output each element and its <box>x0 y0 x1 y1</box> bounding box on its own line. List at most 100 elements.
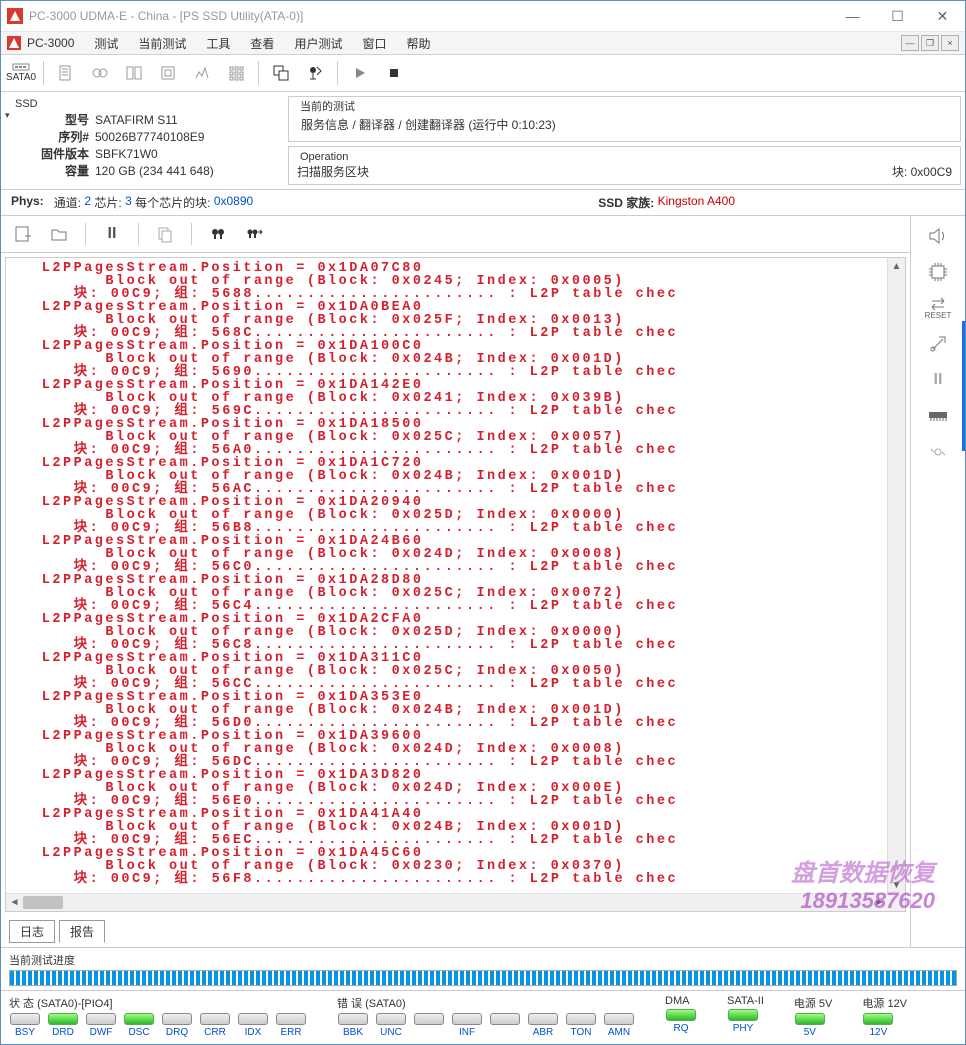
led-label: 12V <box>869 1027 887 1038</box>
led-IDX: IDX <box>237 1013 269 1038</box>
current-test-title: 当前的测试 <box>297 98 358 114</box>
maximize-button[interactable]: ☐ <box>875 1 920 31</box>
menu-工具[interactable]: 工具 <box>198 33 238 54</box>
side-tool-reset[interactable]: RESET <box>926 296 950 320</box>
led-label: CRR <box>204 1027 226 1038</box>
led-PHY: PHY <box>727 1009 759 1034</box>
log-viewport[interactable]: L2PPagesStream.Position = 0x1DA07C80 Blo… <box>5 257 906 912</box>
operation-title: Operation <box>297 151 351 163</box>
led-12V: 12V <box>862 1013 894 1038</box>
mdi-icon <box>7 36 21 50</box>
menu-窗口[interactable]: 窗口 <box>354 33 394 54</box>
led-DWF: DWF <box>85 1013 117 1038</box>
tool-btn-7[interactable] <box>265 58 297 88</box>
scroll-thumb[interactable] <box>23 896 63 909</box>
side-pause-button[interactable]: II <box>926 368 950 392</box>
status-group-title: 电源 5V <box>794 995 833 1011</box>
menu-帮助[interactable]: 帮助 <box>398 33 438 54</box>
led-DRD: DRD <box>47 1013 79 1038</box>
scroll-left-button[interactable]: ◄ <box>6 894 23 911</box>
log-pause-button[interactable]: II <box>98 220 126 248</box>
led-CRR: CRR <box>199 1013 231 1038</box>
log-tool-open[interactable] <box>45 220 73 248</box>
tool-btn-1[interactable] <box>50 58 82 88</box>
led-BBK: BBK <box>337 1013 369 1038</box>
led-AMN: AMN <box>603 1013 635 1038</box>
log-find-button[interactable] <box>204 220 232 248</box>
led-label: ABR <box>533 1027 554 1038</box>
scroll-down-button[interactable]: ▼ <box>888 877 905 894</box>
led-indicator <box>276 1013 306 1025</box>
scrollbar-vertical[interactable]: ▲ ▼ <box>887 258 905 894</box>
tool-btn-2[interactable] <box>84 58 116 88</box>
led-label: 5V <box>804 1027 816 1038</box>
led-INF: INF <box>451 1013 483 1038</box>
mdi-minimize-button[interactable]: ― <box>901 35 919 51</box>
operation-desc: 扫描服务区块 <box>297 163 369 180</box>
side-tool-sound[interactable] <box>926 224 950 248</box>
log-tool-add[interactable] <box>9 220 37 248</box>
led-blank <box>413 1013 445 1038</box>
status-group-title: 状 态 (SATA0)-[PIO4] <box>9 995 307 1011</box>
side-toolbar: RESET II <box>911 216 965 947</box>
close-button[interactable]: ✕ <box>920 1 965 31</box>
led-indicator <box>376 1013 406 1025</box>
fw-value: SBFK71W0 <box>95 146 158 163</box>
app-window: PC-3000 UDMA-E - China - [PS SSD Utility… <box>0 0 966 1045</box>
side-tool-connector[interactable] <box>926 332 950 356</box>
menu-用户测试[interactable]: 用户测试 <box>286 33 350 54</box>
channel-value: 2 <box>84 194 91 211</box>
perchip-label: 每个芯片的块: <box>135 194 210 211</box>
led-ERR: ERR <box>275 1013 307 1038</box>
side-tool-settings[interactable] <box>926 440 950 464</box>
status-group: 电源 12V12V <box>862 995 907 1038</box>
led-indicator <box>86 1013 116 1025</box>
led-label: RQ <box>674 1023 689 1034</box>
port-selector[interactable]: SATA0 <box>5 58 37 88</box>
current-test-box: 当前的测试 服务信息 / 翻译器 / 创建翻译器 (运行中 0:10:23) <box>288 96 961 142</box>
led-indicator <box>200 1013 230 1025</box>
side-tool-chip[interactable] <box>926 260 950 284</box>
menu-当前测试[interactable]: 当前测试 <box>130 33 194 54</box>
status-bar: 状 态 (SATA0)-[PIO4]BSYDRDDWFDSCDRQCRRIDXE… <box>1 990 965 1044</box>
led-BSY: BSY <box>9 1013 41 1038</box>
dropdown-arrow-icon[interactable]: ▾ <box>5 110 10 121</box>
mdi-restore-button[interactable]: ❐ <box>921 35 939 51</box>
scrollbar-horizontal[interactable]: ◄ ► <box>6 893 888 911</box>
status-group: DMARQ <box>665 995 697 1038</box>
led-indicator <box>338 1013 368 1025</box>
tool-btn-3[interactable] <box>118 58 150 88</box>
scroll-corner <box>888 894 905 911</box>
menu-测试[interactable]: 测试 <box>86 33 126 54</box>
log-tool-copy[interactable] <box>151 220 179 248</box>
serial-label: 序列# <box>29 129 95 146</box>
tool-btn-4[interactable] <box>152 58 184 88</box>
minimize-button[interactable]: — <box>830 1 875 31</box>
stop-button[interactable] <box>378 58 410 88</box>
serial-value: 50026B77740108E9 <box>95 129 204 146</box>
scroll-up-button[interactable]: ▲ <box>888 258 905 275</box>
side-tool-ram[interactable] <box>926 404 950 428</box>
tool-btn-5[interactable] <box>186 58 218 88</box>
play-button[interactable] <box>344 58 376 88</box>
log-find-next-button[interactable] <box>240 220 268 248</box>
mdi-window-controls: ― ❐ × <box>899 35 959 51</box>
capacity-label: 容量 <box>29 163 95 180</box>
led-indicator <box>10 1013 40 1025</box>
tool-btn-8[interactable] <box>299 58 331 88</box>
led-label: DSC <box>128 1027 149 1038</box>
led-TON: TON <box>565 1013 597 1038</box>
tool-btn-6[interactable] <box>220 58 252 88</box>
tab-report[interactable]: 报告 <box>59 920 105 943</box>
tab-log[interactable]: 日志 <box>9 920 55 943</box>
title-bar[interactable]: PC-3000 UDMA-E - China - [PS SSD Utility… <box>1 1 965 32</box>
model-value: SATAFIRM S11 <box>95 112 178 129</box>
menu-查看[interactable]: 查看 <box>242 33 282 54</box>
led-indicator <box>162 1013 192 1025</box>
scroll-right-button[interactable]: ► <box>871 894 888 911</box>
channel-label: 通道: <box>54 194 81 211</box>
fw-label: 固件版本 <box>29 146 95 163</box>
ssd-info-box: SSD ▾ 型号SATAFIRM S11 序列#50026B77740108E9… <box>1 92 284 189</box>
led-label: AMN <box>608 1027 630 1038</box>
mdi-close-button[interactable]: × <box>941 35 959 51</box>
